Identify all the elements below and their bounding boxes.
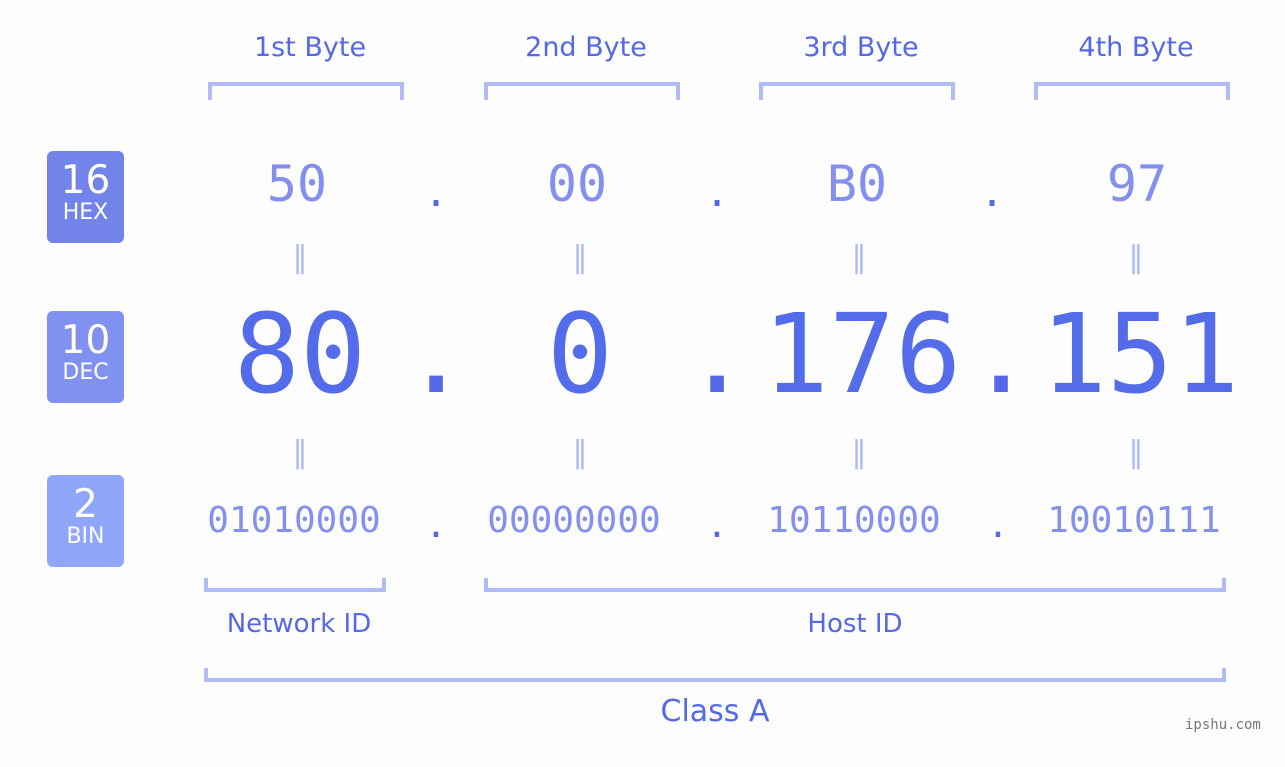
byte-header-1: 1st Byte — [253, 32, 367, 63]
class-label: Class A — [660, 694, 770, 729]
bin-value-2: 00000000 — [487, 500, 661, 541]
watermark: ipshu.com — [1185, 717, 1261, 733]
bin-badge-label: BIN — [66, 524, 105, 549]
bin-badge-number: 2 — [73, 482, 98, 527]
dec-value-4: 151 — [1040, 290, 1240, 418]
byte-bracket-2 — [484, 82, 680, 100]
equals-icon: ‖ — [1128, 435, 1144, 470]
bin-badge: 2 BIN — [47, 475, 124, 567]
equals-icon: ‖ — [572, 435, 588, 470]
bin-separator-3: . — [987, 505, 1009, 546]
hex-separator-2: . — [704, 170, 730, 216]
class-bracket — [204, 668, 1226, 682]
equals-icon: ‖ — [851, 435, 867, 470]
equals-icon: ‖ — [292, 435, 308, 470]
byte-header-2: 2nd Byte — [525, 32, 647, 63]
equals-icon: ‖ — [851, 240, 867, 275]
bin-value-4: 10010111 — [1047, 500, 1221, 541]
dec-separator-1: . — [403, 290, 470, 418]
hex-badge: 16 HEX — [47, 151, 124, 243]
hex-separator-1: . — [423, 170, 449, 216]
hex-value-2: 00 — [546, 155, 608, 213]
byte-header-3: 3rd Byte — [803, 32, 919, 63]
hex-value-1: 50 — [266, 155, 328, 213]
dec-badge: 10 DEC — [47, 311, 124, 403]
bin-separator-1: . — [425, 505, 447, 546]
dec-badge-label: DEC — [62, 360, 109, 385]
network-id-label: Network ID — [226, 609, 372, 639]
byte-header-4: 4th Byte — [1078, 32, 1194, 63]
host-id-label: Host ID — [807, 609, 903, 639]
hex-separator-3: . — [979, 170, 1005, 216]
equals-icon: ‖ — [1128, 240, 1144, 275]
hex-badge-label: HEX — [62, 200, 109, 225]
dec-separator-3: . — [968, 290, 1035, 418]
hex-value-3: B0 — [826, 155, 888, 213]
byte-bracket-4 — [1034, 82, 1230, 100]
byte-bracket-3 — [759, 82, 955, 100]
equals-icon: ‖ — [292, 240, 308, 275]
hex-badge-number: 16 — [60, 158, 111, 203]
hex-value-4: 97 — [1106, 155, 1168, 213]
dec-separator-2: . — [684, 290, 751, 418]
host-id-bracket — [484, 578, 1226, 592]
network-id-bracket — [204, 578, 386, 592]
equals-icon: ‖ — [572, 240, 588, 275]
dec-value-2: 0 — [546, 290, 614, 418]
byte-bracket-1 — [208, 82, 404, 100]
bin-value-3: 10110000 — [767, 500, 941, 541]
dec-badge-number: 10 — [60, 318, 111, 363]
dec-value-1: 80 — [233, 290, 367, 418]
bin-separator-2: . — [706, 505, 728, 546]
dec-value-3: 176 — [762, 290, 962, 418]
bin-value-1: 01010000 — [207, 500, 381, 541]
